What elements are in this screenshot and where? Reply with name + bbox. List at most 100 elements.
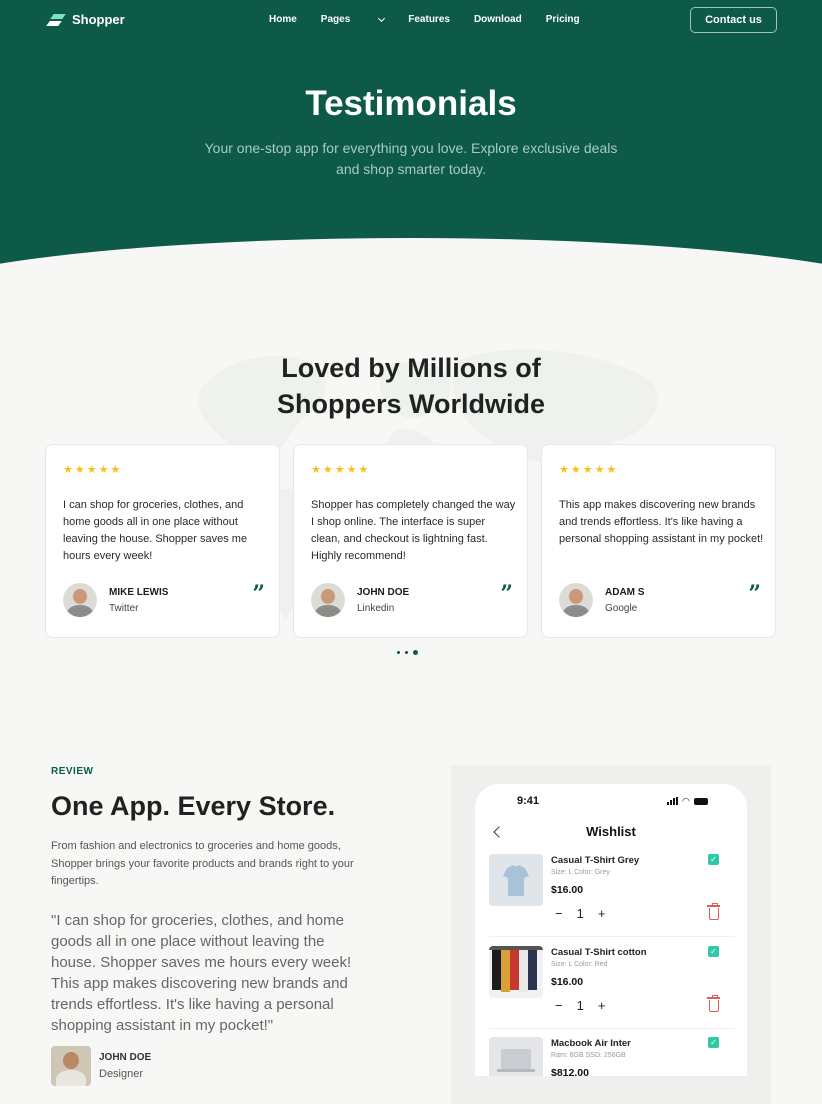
review-title: One App. Every Store. [51, 791, 336, 821]
minus-button[interactable]: − [555, 906, 563, 921]
section-title-line2: Shoppers Worldwide [276, 389, 546, 419]
divider [489, 936, 735, 937]
quote-icon: ” [500, 581, 513, 607]
product-image [489, 854, 543, 906]
trash-icon[interactable] [707, 995, 720, 1012]
star-icon: ★ [74, 464, 85, 476]
quantity-stepper: − 1 + [555, 998, 605, 1013]
quote-icon: ” [748, 581, 761, 607]
divider [489, 1028, 735, 1029]
avatar [63, 583, 97, 617]
star-icon: ★ [334, 464, 345, 476]
product-price: $16.00 [551, 976, 584, 988]
product-name[interactable]: Macbook Air Inter [551, 1038, 631, 1049]
testimonial-card: ★ ★ ★ ★ ★ I can shop for groceries, clothes,… [45, 444, 280, 638]
nav-pages-label: Pages [320, 14, 351, 25]
testimonial-card: ★ ★ ★ ★ ★ This app makes discovering new bra… [541, 444, 776, 638]
star-icon: ★ [98, 464, 109, 476]
section-title-line1: Loved by Millions of [281, 353, 541, 383]
quote-icon: ” [252, 581, 265, 607]
logo-text: Shopper [72, 12, 125, 27]
minus-button[interactable]: − [555, 998, 563, 1013]
review-eyebrow: REVIEW [51, 766, 94, 777]
wishlist-item: Casual T-Shirt Grey Size: L Color: Grey … [489, 854, 735, 944]
nav-pricing[interactable]: Pricing [546, 14, 580, 25]
product-meta: Ram: 8GB SSD: 256GB [551, 1052, 626, 1059]
wishlist-item: Macbook Air Inter Ram: 8GB SSD: 256GB $8… [489, 1037, 735, 1076]
wishlist-item: Casual T-Shirt cotton Size: L Color: Red… [489, 946, 735, 1036]
author-source: Linkedin [357, 603, 395, 614]
star-icon: ★ [86, 464, 97, 476]
quantity-value: 1 [576, 998, 584, 1013]
logo-icon [46, 13, 66, 27]
review-author-name: JOHN DOE [99, 1052, 152, 1063]
battery-icon [693, 798, 708, 805]
product-meta: Size: L Color: Grey [551, 869, 610, 876]
slider-dot[interactable] [405, 651, 408, 654]
checkbox-checked[interactable]: ✓ [708, 1037, 719, 1048]
quantity-value: 1 [576, 906, 584, 921]
avatar [51, 1046, 91, 1086]
nav-pages[interactable]: Pages [320, 14, 386, 25]
author-name: JOHN DOE [357, 587, 410, 598]
author-name: MIKE LEWIS [109, 587, 169, 598]
plus-button[interactable]: + [598, 906, 606, 921]
review-author-role: Designer [99, 1068, 144, 1080]
testimonial-text: I can shop for groceries, clothes, and h… [63, 499, 248, 562]
star-icon: ★ [594, 464, 605, 476]
product-name[interactable]: Casual T-Shirt cotton [551, 947, 647, 958]
slider-dot-active[interactable] [413, 650, 418, 655]
wifi-icon: ◠ [682, 796, 690, 806]
star-icon: ★ [63, 464, 73, 476]
star-icon: ★ [559, 464, 569, 476]
author-source: Twitter [109, 603, 139, 614]
checkbox-checked[interactable]: ✓ [708, 946, 719, 957]
review-quote: "I can shop for groceries, clothes, and … [51, 912, 352, 1034]
star-icon: ★ [311, 464, 321, 476]
quantity-stepper: − 1 + [555, 906, 605, 921]
product-image [489, 946, 543, 998]
star-icon: ★ [358, 464, 369, 476]
testimonial-text: Shopper has completely changed the way I… [311, 499, 516, 562]
logo[interactable]: Shopper [46, 12, 125, 27]
hero-section: Shopper Home Pages Features Download Pri… [0, 0, 822, 300]
hero-subtitle: Your one-stop app for everything you lov… [204, 140, 618, 177]
review-description: From fashion and electronics to grocerie… [51, 840, 354, 887]
star-icon: ★ [110, 464, 121, 476]
product-price: $812.00 [551, 1067, 589, 1076]
checkbox-checked[interactable]: ✓ [708, 854, 719, 865]
phone-mockup: 9:41 ◠ Wishlist Casual T-Shirt Grey Size… [475, 784, 747, 1076]
contact-button[interactable]: Contact us [690, 7, 777, 33]
star-icon: ★ [570, 464, 581, 476]
trash-icon[interactable] [707, 903, 720, 920]
star-rating: ★ ★ ★ ★ ★ [63, 463, 120, 476]
nav-download[interactable]: Download [474, 14, 522, 25]
star-rating: ★ ★ ★ ★ ★ [559, 463, 616, 476]
slider-dot[interactable] [397, 651, 400, 654]
product-meta: Size: L Color: Red [551, 961, 608, 968]
author-name: ADAM S [605, 587, 645, 598]
signal-icon [667, 797, 678, 805]
star-icon: ★ [606, 464, 617, 476]
star-icon: ★ [582, 464, 593, 476]
nav-home[interactable]: Home [269, 14, 297, 25]
star-icon: ★ [346, 464, 357, 476]
nav-features[interactable]: Features [408, 14, 450, 25]
testimonial-card: ★ ★ ★ ★ ★ Shopper has completely changed the… [293, 444, 528, 638]
star-rating: ★ ★ ★ ★ ★ [311, 463, 368, 476]
chevron-down-icon [378, 14, 386, 22]
product-price: $16.00 [551, 884, 584, 896]
status-icons: ◠ [667, 796, 708, 806]
section-title: Loved by Millions of Shoppers Worldwide [0, 350, 822, 422]
nav-links: Home Pages Features Download Pricing [269, 14, 604, 25]
status-time: 9:41 [517, 795, 540, 807]
hero-curve [0, 238, 822, 300]
testimonial-text: This app makes discovering new brands an… [559, 499, 764, 545]
slider-pagination [397, 650, 418, 655]
plus-button[interactable]: + [598, 998, 606, 1013]
avatar [559, 583, 593, 617]
navbar: Shopper Home Pages Features Download Pri… [0, 0, 822, 40]
product-image [489, 1037, 543, 1076]
author-source: Google [605, 603, 638, 614]
product-name[interactable]: Casual T-Shirt Grey [551, 855, 639, 866]
